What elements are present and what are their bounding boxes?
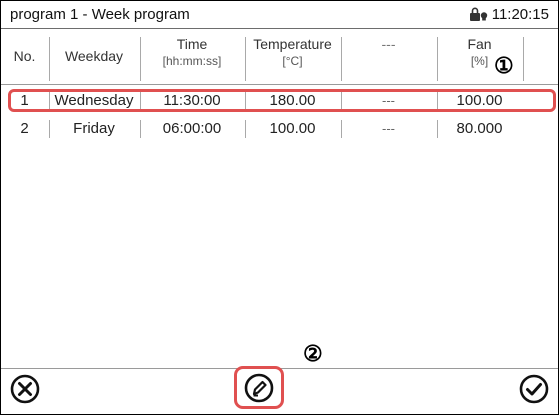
col-label-no: No. — [13, 48, 36, 64]
column-divider — [523, 37, 524, 81]
col-unit-temperature: [°C] — [282, 54, 303, 68]
row-highlight-frame — [8, 89, 556, 112]
row-divider — [140, 120, 141, 138]
table-header: No. Weekday Time [hh:mm:ss] Temperature … — [1, 29, 558, 85]
lock-icon — [469, 7, 487, 21]
column-divider — [341, 37, 342, 81]
col-label-time: Time — [176, 36, 208, 52]
cell-time: 06:00:00 — [162, 120, 222, 137]
col-label-temperature: Temperature — [253, 36, 332, 52]
col-label-weekday: Weekday — [64, 48, 124, 64]
close-circle-icon[interactable] — [9, 373, 41, 405]
col-header-temperature: Temperature [°C] — [245, 29, 340, 91]
pencil-edit-icon — [244, 373, 274, 403]
row-divider — [49, 120, 50, 138]
cell-extra: --- — [382, 121, 395, 136]
clock-time: 11:20:15 — [491, 6, 549, 23]
clock: 11:20:15 — [469, 6, 549, 23]
column-divider — [49, 37, 50, 81]
col-header-no: No. — [1, 29, 48, 84]
table-row[interactable]: 2 Friday 06:00:00 100.00 --- 80.000 — [1, 116, 558, 142]
column-divider — [245, 37, 246, 81]
row-divider — [437, 120, 438, 138]
col-label-fan: Fan — [467, 36, 492, 52]
row-divider — [341, 120, 342, 138]
cell-weekday: Friday — [73, 120, 115, 137]
col-header-time: Time [hh:mm:ss] — [140, 29, 244, 91]
col-header-weekday: Weekday — [49, 29, 139, 84]
edit-button[interactable] — [234, 366, 284, 409]
col-unit-time: [hh:mm:ss] — [162, 54, 222, 68]
window-title: program 1 - Week program — [10, 6, 190, 23]
col-header-extra: --- — [341, 29, 436, 91]
column-divider — [140, 37, 141, 81]
col-label-extra: --- — [381, 36, 396, 52]
title-bar: program 1 - Week program 11:20:15 — [1, 1, 558, 29]
annotation-marker-1: ① — [494, 53, 514, 78]
program-editor-window: program 1 - Week program 11:20:15 No. We… — [0, 0, 559, 415]
cell-fan: 80.000 — [456, 120, 503, 137]
cell-temperature: 100.00 — [269, 120, 316, 137]
row-divider — [245, 120, 246, 138]
check-circle-icon[interactable] — [518, 373, 550, 405]
cell-no: 2 — [20, 120, 29, 137]
annotation-marker-2: ② — [303, 341, 323, 366]
column-divider — [437, 37, 438, 81]
